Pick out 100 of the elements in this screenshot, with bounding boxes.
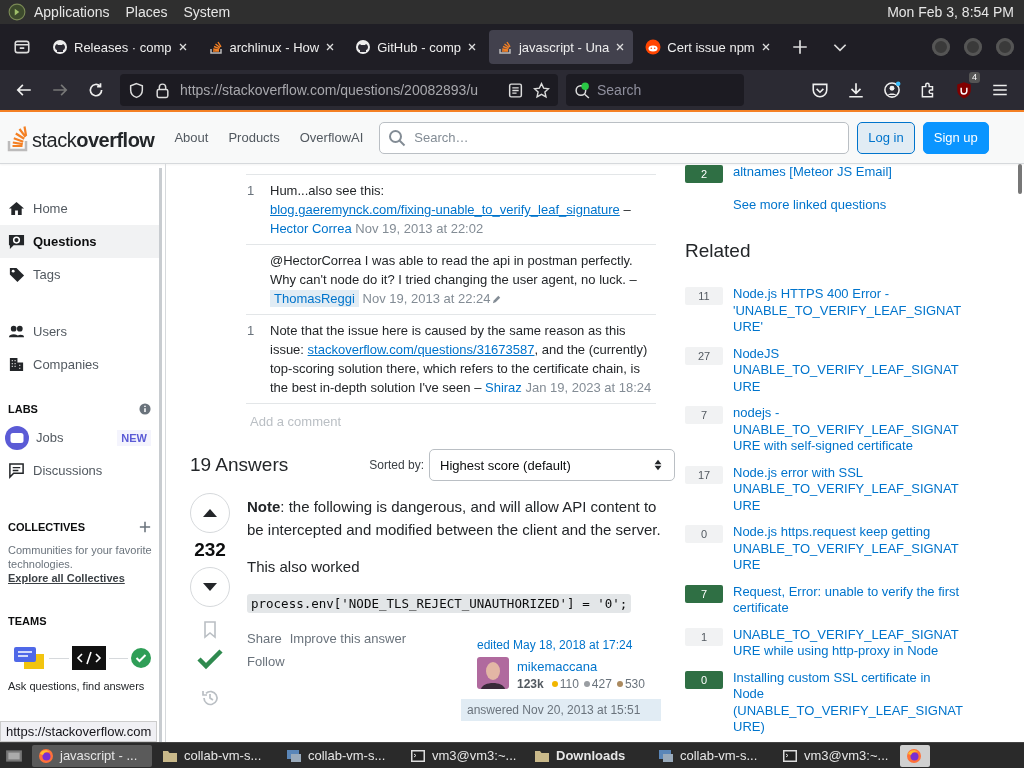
stack-logo-icon <box>496 39 513 55</box>
taskbar-button[interactable]: vm3@vm3:~... <box>776 744 896 767</box>
browser-tab[interactable]: Releases · comp <box>44 30 196 64</box>
question-link[interactable]: UNABLE_TO_VERIFY_LEAF_SIGNATURE while using http-proxy in Node <box>733 626 965 660</box>
vote-count: 232 <box>194 538 226 562</box>
panel-menu[interactable]: Places <box>125 4 168 20</box>
taskbar-button[interactable]: Downloads <box>528 744 648 767</box>
comment-author[interactable]: ThomasReggi <box>270 290 359 307</box>
comment-score: 1 <box>246 182 256 200</box>
sidebar-item[interactable]: Tags <box>0 258 159 291</box>
section-heading: TEAMS <box>8 615 47 627</box>
panel-menu[interactable]: Applications <box>34 4 110 20</box>
reload-icon[interactable] <box>87 81 105 99</box>
sidebar-item[interactable]: Jobs NEW <box>0 421 159 454</box>
status-url-tooltip: https://stackoverflow.com <box>0 721 158 742</box>
section-heading: COLLECTIVES <box>8 521 85 533</box>
tab-title: archlinux - How <box>229 39 320 55</box>
downvote-button[interactable] <box>190 567 230 607</box>
close-icon[interactable] <box>325 42 336 52</box>
close-icon[interactable] <box>466 42 477 52</box>
post-action-link[interactable]: Follow <box>247 654 285 669</box>
upvote-button[interactable] <box>190 493 230 533</box>
question-score: 0 <box>685 670 723 689</box>
badge-count: 530 <box>624 677 645 691</box>
close-icon[interactable] <box>760 42 771 52</box>
tab-overview-icon[interactable] <box>13 38 31 56</box>
avatar-icon <box>477 657 509 689</box>
monitor-icon <box>658 747 674 764</box>
question-score: 27 <box>685 346 723 365</box>
search-icon <box>574 81 591 99</box>
question-score: 2 <box>685 165 723 183</box>
sidebar-item[interactable]: Questions <box>0 225 159 258</box>
collectives-description: Communities for your favorite technologies. Explore all Collectives <box>8 543 153 585</box>
site-search-field[interactable]: Search… <box>379 121 850 154</box>
plus-icon[interactable] <box>139 521 151 533</box>
browser-tab[interactable]: GitHub - comp <box>347 30 485 64</box>
close-icon[interactable] <box>177 42 188 52</box>
edited-link[interactable]: edited May 18, 2018 at 17:24 <box>477 638 633 652</box>
taskbar-launcher[interactable] <box>900 744 930 767</box>
question-link[interactable]: Request, Error: unable to verify the first certificate <box>733 583 965 617</box>
explore-collectives-link[interactable]: Explore all Collectives <box>8 572 125 584</box>
sidebar-item[interactable]: Home <box>0 192 159 225</box>
taskbar-button[interactable]: javascript - ... <box>32 744 152 767</box>
comment-link[interactable]: stackoverflow.com/questions/31673587 <box>307 342 535 357</box>
login-button[interactable]: Log in <box>857 121 915 154</box>
post-action-link[interactable]: Share <box>247 631 282 646</box>
browser-tab[interactable]: Cert issue npm <box>637 30 779 64</box>
terminal-icon <box>410 747 426 764</box>
shield-icon[interactable] <box>128 81 145 99</box>
lock-icon[interactable] <box>154 81 171 99</box>
question-link[interactable]: Installing custom SSL certificate in Node (UNABLE_TO_VERIFY_LEAF_SIGNATURE) <box>733 669 965 736</box>
taskbar-button[interactable]: collab-vm-s... <box>280 744 400 767</box>
question-score: 7 <box>685 584 723 603</box>
sort-select[interactable]: Highest score (default) <box>429 449 675 481</box>
nav-link[interactable]: About <box>164 124 219 151</box>
building-icon <box>8 356 25 373</box>
sidebar-item[interactable]: Users <box>0 315 159 348</box>
taskbar-button[interactable]: collab-vm-s... <box>156 744 276 767</box>
comment-link[interactable]: blog.gaeremynck.com/fixing-unable_to_verify_leaf_signature <box>270 202 620 217</box>
question-score: 7 <box>685 406 723 424</box>
new-tab-icon[interactable] <box>790 38 809 56</box>
taskbar-button[interactable]: vm3@vm3:~... <box>404 744 524 767</box>
question-link[interactable]: Node.js HTTPS 400 Error - 'UNABLE_TO_VERIFY_LEAF_SIGNATURE' <box>733 286 965 336</box>
browser-search-field[interactable]: Search <box>566 74 744 106</box>
star-icon[interactable] <box>533 81 550 99</box>
question-link[interactable]: Node.js error with SSL UNABLE_TO_VERIFY_LEAF_SIGNATURE <box>733 464 965 514</box>
question-link[interactable]: NodeJS UNABLE_TO_VERIFY_LEAF_SIGNATURE <box>733 345 965 395</box>
code-snippet: process.env['NODE_TLS_REJECT_UNAUTHORIZED'] = '0'; <box>247 594 632 613</box>
comment-author[interactable]: Shiraz <box>485 380 522 395</box>
close-icon[interactable] <box>615 42 626 52</box>
panel-menu[interactable]: System <box>183 4 231 20</box>
user-link[interactable]: mikemaccana <box>517 659 598 674</box>
github-icon <box>355 39 372 55</box>
post-action-link[interactable]: Improve this answer <box>289 631 407 646</box>
count-badge: 4 <box>969 72 980 83</box>
see-more-link[interactable]: See more linked questions <box>733 197 1010 212</box>
question-score: 0 <box>685 525 723 543</box>
question-link[interactable]: nodejs - UNABLE_TO_VERIFY_LEAF_SIGNATURE with self-signed certificate <box>733 405 965 455</box>
reader-view-icon[interactable] <box>507 81 524 99</box>
comment-author[interactable]: Hector Correa <box>270 221 352 236</box>
download-icon[interactable] <box>847 81 865 99</box>
nav-link[interactable]: Products <box>218 124 290 151</box>
users-icon <box>8 323 25 340</box>
monitor-icon <box>286 747 302 764</box>
question-link[interactable]: Node.js https.request keep getting UNABLE_TO_VERIFY_LEAF_SIGNATURE <box>733 524 965 574</box>
account-icon[interactable] <box>883 81 901 99</box>
browser-tab[interactable]: javascript - Una <box>488 30 634 64</box>
address-bar[interactable]: https://stackoverflow.com/questions/20082893/u <box>120 74 558 106</box>
shield-icon[interactable] <box>955 81 973 99</box>
site-logo[interactable]: stackoverflow <box>6 123 155 152</box>
terminal-logo-icon[interactable] <box>8 3 26 21</box>
nav-link[interactable]: OverflowAI <box>289 124 374 151</box>
question-link[interactable]: altnames [Meteor JS Email] <box>733 164 965 181</box>
taskbar-button[interactable]: collab-vm-s... <box>652 744 772 767</box>
browser-tab[interactable]: archlinux - How <box>199 30 344 64</box>
sidebar-item[interactable]: Companies <box>0 348 159 381</box>
sidebar-item[interactable]: Discussions <box>0 454 159 487</box>
info-icon[interactable] <box>139 403 151 415</box>
pocket-icon[interactable] <box>811 81 829 99</box>
comment-text: Note that the issue here is caused by the same reason as this issue: stackoverflow.com/questions/31673587, and the (currently) top-scoring solution there, which refers to the certificate chain, is the best in-depth solution I've seen – Shiraz Jan 19, 2023 at 18:24 <box>270 322 653 397</box>
